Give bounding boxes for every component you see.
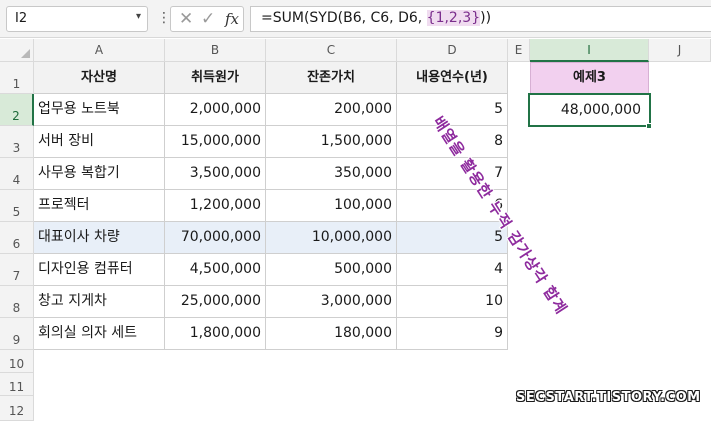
cell-cost[interactable]: 15,000,000	[165, 126, 266, 158]
column-header-a[interactable]: A	[34, 39, 165, 62]
cell-asset-name[interactable]: 창고 지게차	[34, 286, 165, 318]
cell-cost[interactable]: 25,000,000	[165, 286, 266, 318]
header-salvage-value[interactable]: 잔존가치	[266, 62, 397, 94]
cell-cost[interactable]: 1,800,000	[165, 318, 266, 350]
cell-asset-name[interactable]: 사무용 복합기	[34, 158, 165, 190]
cell-asset-name-highlighted[interactable]: 대표이사 차량	[34, 222, 165, 254]
cell-cost[interactable]: 4,500,000	[165, 254, 266, 286]
cell-salvage-highlighted[interactable]: 10,000,000	[266, 222, 397, 254]
row-header-10[interactable]: 10	[0, 350, 34, 373]
row-header-8[interactable]: 8	[0, 286, 34, 318]
chevron-down-icon[interactable]: ▾	[136, 11, 141, 22]
row-header-2[interactable]: 2	[0, 94, 34, 126]
formula-text: =SUM(SYD(B6, C6, D6,	[261, 10, 427, 26]
cell-cost[interactable]: 1,200,000	[165, 190, 266, 222]
cell-salvage[interactable]: 350,000	[266, 158, 397, 190]
cell-salvage[interactable]: 3,000,000	[266, 286, 397, 318]
cell-asset-name[interactable]: 프로젝터	[34, 190, 165, 222]
cell-salvage[interactable]: 500,000	[266, 254, 397, 286]
row-header-9[interactable]: 9	[0, 318, 34, 350]
cell-cost[interactable]: 3,500,000	[165, 158, 266, 190]
watermark: SECSTART.TISTORY.COM	[516, 390, 701, 405]
cell-cost-highlighted[interactable]: 70,000,000	[165, 222, 266, 254]
row-header-3[interactable]: 3	[0, 126, 34, 158]
cell-salvage[interactable]: 1,500,000	[266, 126, 397, 158]
select-all-icon	[21, 49, 30, 58]
formula-actions: ✕ ✓ fx	[170, 6, 244, 32]
cell-asset-name[interactable]: 디자인용 컴퓨터	[34, 254, 165, 286]
column-header-b[interactable]: B	[165, 39, 266, 62]
fill-handle[interactable]	[646, 123, 652, 129]
row-header-12[interactable]: 12	[0, 396, 34, 421]
cancel-icon[interactable]: ✕	[179, 9, 193, 29]
insert-function-icon[interactable]: fx	[225, 10, 239, 28]
row-header-1[interactable]: 1	[0, 62, 34, 94]
row-header-4[interactable]: 4	[0, 158, 34, 190]
row-header-11[interactable]: 11	[0, 373, 34, 396]
row-header-6[interactable]: 6	[0, 222, 34, 254]
example-header[interactable]: 예제3	[530, 62, 649, 94]
enter-check-icon[interactable]: ✓	[201, 9, 215, 29]
formula-array-highlight: {1,2,3}	[426, 10, 481, 26]
cell-asset-name[interactable]: 업무용 노트북	[34, 94, 165, 126]
formula-text-end: ))	[480, 10, 492, 26]
select-all-corner[interactable]	[0, 39, 34, 62]
cell-life[interactable]: 9	[397, 318, 508, 350]
cell-salvage[interactable]: 200,000	[266, 94, 397, 126]
more-options-icon[interactable]: ⋮	[157, 10, 171, 26]
cell-cost[interactable]: 2,000,000	[165, 94, 266, 126]
active-cell-result[interactable]: 48,000,000	[528, 93, 651, 127]
cell-life[interactable]: 10	[397, 286, 508, 318]
name-box-value: I2	[15, 11, 28, 26]
header-acquisition-cost[interactable]: 취득원가	[165, 62, 266, 94]
formula-bar: I2 ▾ ⋮ ✕ ✓ fx =SUM(SYD(B6, C6, D6, {1,2,…	[0, 0, 711, 38]
cell-asset-name[interactable]: 서버 장비	[34, 126, 165, 158]
cell-salvage[interactable]: 180,000	[266, 318, 397, 350]
formula-input[interactable]: =SUM(SYD(B6, C6, D6, {1,2,3}))	[250, 6, 711, 32]
header-asset-name[interactable]: 자산명	[34, 62, 165, 94]
row-header-5[interactable]: 5	[0, 190, 34, 222]
cell-asset-name[interactable]: 회의실 의자 세트	[34, 318, 165, 350]
name-box[interactable]: I2 ▾	[6, 6, 148, 32]
cell-life-highlighted[interactable]: 5	[397, 222, 508, 254]
column-header-i[interactable]: I	[530, 39, 649, 62]
column-header-e[interactable]: E	[508, 39, 530, 62]
spreadsheet-grid[interactable]: A B C D E I J 1 2 3 4 5 6 7 8 9 10 11 12…	[0, 39, 711, 421]
column-header-d[interactable]: D	[397, 39, 508, 62]
cell-salvage[interactable]: 100,000	[266, 190, 397, 222]
header-useful-life[interactable]: 내용연수(년)	[397, 62, 508, 94]
column-header-c[interactable]: C	[266, 39, 397, 62]
column-header-j[interactable]: J	[649, 39, 711, 62]
cell-life[interactable]: 4	[397, 254, 508, 286]
row-header-7[interactable]: 7	[0, 254, 34, 286]
